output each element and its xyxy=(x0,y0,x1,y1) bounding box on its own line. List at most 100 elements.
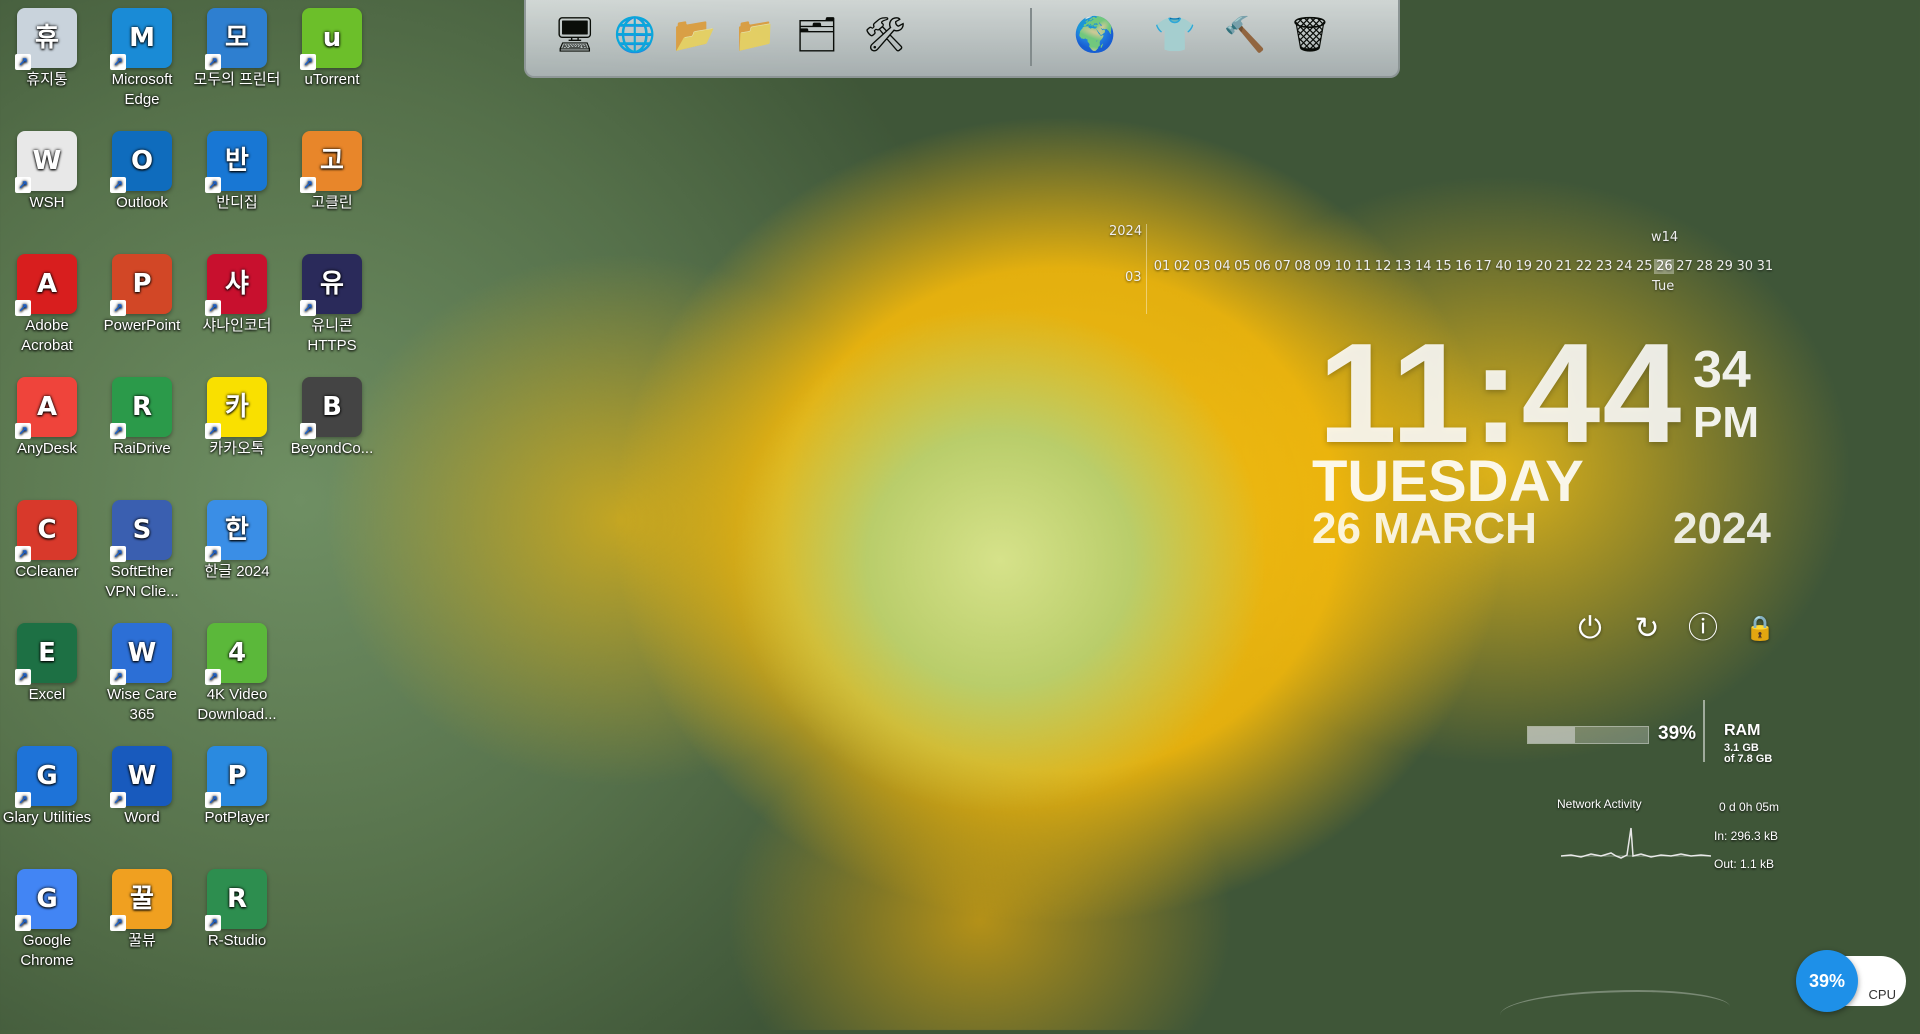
desktop-icon[interactable]: G ↗ Glary Utilities xyxy=(1,742,93,828)
top-dock: 🖥 🌐 📂 📁 🗂 🛠 🌍 👕 🔨 🗑 xyxy=(524,0,1400,78)
desktop-icon-label: Outlook xyxy=(116,194,168,211)
desktop-icon[interactable]: 카 ↗ 카카오톡 xyxy=(191,373,283,459)
desktop-icon-label: 한글 2024 xyxy=(204,563,270,580)
calendar-day: 10 xyxy=(1334,259,1352,274)
desktop-icon[interactable]: O ↗ Outlook xyxy=(96,127,188,213)
calendar-day: 04 xyxy=(1214,259,1231,274)
clock-seconds: 34 xyxy=(1693,341,1751,399)
dock-trash-icon[interactable]: 🗑 xyxy=(1281,6,1339,64)
calendar-divider xyxy=(1146,224,1147,314)
shortcut-arrow-icon: ↗ xyxy=(300,300,316,316)
acrobat-icon: A ↗ xyxy=(15,254,77,316)
desktop-icon[interactable]: 한 ↗ 한글 2024 xyxy=(191,496,283,582)
edge-icon: M ↗ xyxy=(110,8,172,70)
shortcut-arrow-icon: ↗ xyxy=(15,669,31,685)
desktop-icon[interactable]: R ↗ RaiDrive xyxy=(96,373,188,459)
desktop-icon[interactable]: R ↗ R-Studio xyxy=(191,865,283,951)
dock-folder-open-icon[interactable]: 🗂 xyxy=(788,6,846,64)
shortcut-arrow-icon: ↗ xyxy=(205,546,221,562)
desktop-icon-label: 샤나인코더 xyxy=(202,317,272,334)
desktop-icon[interactable]: C ↗ CCleaner xyxy=(1,496,93,582)
calendar-day: 16 xyxy=(1455,259,1472,274)
powerpoint-icon: P ↗ xyxy=(110,254,172,316)
desktop-icon[interactable]: 4 ↗ 4K Video Download... xyxy=(191,619,283,725)
softether-icon: S ↗ xyxy=(110,500,172,562)
ram-label: RAM xyxy=(1724,722,1761,739)
desktop-icon[interactable]: W ↗ Word xyxy=(96,742,188,828)
network-title: Network Activity xyxy=(1557,797,1642,811)
desktop-icon[interactable]: E ↗ Excel xyxy=(1,619,93,705)
shutdown-button[interactable]: ⏻ xyxy=(1573,612,1607,646)
dock-globe-icon[interactable]: 🌍 xyxy=(1066,6,1124,64)
desktop-icon-label: PotPlayer xyxy=(204,809,270,826)
signature-decoration xyxy=(1500,990,1730,1032)
calendar-day: 08 xyxy=(1294,259,1311,274)
desktop-icon[interactable]: 반 ↗ 반디집 xyxy=(191,127,283,213)
wsh-icon: W ↗ xyxy=(15,131,77,193)
shortcut-arrow-icon: ↗ xyxy=(15,546,31,562)
desktop-icon-label: Google Chrome xyxy=(20,932,74,969)
shortcut-arrow-icon: ↗ xyxy=(15,177,31,193)
word-icon: W ↗ xyxy=(110,746,172,808)
desktop-icon[interactable]: A ↗ Adobe Acrobat xyxy=(1,250,93,356)
calendar-day: 29 xyxy=(1716,259,1733,274)
network-out: Out: 1.1 kB xyxy=(1714,857,1775,871)
desktop-icon-label: 4K Video Download... xyxy=(197,686,277,723)
desktop-icon[interactable]: B ↗ BeyondCo... xyxy=(286,373,378,459)
dock-tools-icon[interactable]: 🛠 xyxy=(856,6,914,64)
dock-system-icon[interactable]: 🖥 xyxy=(546,6,604,64)
network-graph xyxy=(1561,827,1711,859)
desktop-icon[interactable]: 유 ↗ 유니콘 HTTPS xyxy=(286,250,378,356)
shortcut-arrow-icon: ↗ xyxy=(110,423,126,439)
desktop-icon[interactable]: S ↗ SoftEther VPN Clie... xyxy=(96,496,188,602)
potplayer-icon: P ↗ xyxy=(205,746,267,808)
dock-folder-icon[interactable]: 📂 xyxy=(666,6,724,64)
lock-button[interactable]: 🔒 xyxy=(1743,612,1777,646)
restart-button[interactable]: ↻ xyxy=(1630,612,1664,646)
dock-folder-green-icon[interactable]: 📁 xyxy=(726,6,784,64)
desktop-icon-label: 휴지통 xyxy=(26,71,68,88)
desktop-icon[interactable]: A ↗ AnyDesk xyxy=(1,373,93,459)
desktop-icon-label: CCleaner xyxy=(15,563,79,580)
desktop-icon-label: WSH xyxy=(29,194,65,211)
desktop-icon[interactable]: 꿀 ↗ 꿀뷰 xyxy=(96,865,188,951)
shortcut-arrow-icon: ↗ xyxy=(15,423,31,439)
dock-separator xyxy=(1030,8,1032,66)
desktop-icon[interactable]: P ↗ PotPlayer xyxy=(191,742,283,828)
desktop-icon[interactable]: M ↗ Microsoft Edge xyxy=(96,4,188,110)
calendar-day: 22 xyxy=(1575,259,1593,274)
dock-network-icon[interactable]: 🌐 xyxy=(606,6,664,64)
desktop-icon[interactable]: 휴 ↗ 휴지통 xyxy=(1,4,93,90)
calendar-day: 13 xyxy=(1394,259,1412,274)
calendar-day: 03 xyxy=(1193,259,1211,274)
desktop-icon[interactable]: W ↗ Wise Care 365 xyxy=(96,619,188,725)
calendar-day: 11 xyxy=(1354,259,1372,274)
desktop-icon-label: 반디집 xyxy=(216,194,258,211)
desktop-icon[interactable]: W ↗ WSH xyxy=(1,127,93,213)
desktop-icon[interactable]: 모 ↗ 모두의 프린터 xyxy=(191,4,283,90)
network-uptime: 0 d 0h 05m xyxy=(1719,800,1780,814)
desktop-icon[interactable]: G ↗ Google Chrome xyxy=(1,865,93,971)
desktop-icon-label: Wise Care 365 xyxy=(106,686,177,723)
info-button[interactable]: ⓘ xyxy=(1686,612,1720,646)
calendar-day: 12 xyxy=(1374,259,1392,274)
calendar-days: 01 02 03 04 05 06 07 08 09 10 11 12 13 14 15 16 17 40 19 20… xyxy=(1152,255,1775,274)
cpu-badge[interactable]: 39% xyxy=(1796,950,1858,1012)
desktop-icon-label: Microsoft Edge xyxy=(111,71,173,108)
dock-tshirt-icon[interactable]: 👕 xyxy=(1146,6,1204,64)
dock-hammer-icon[interactable]: 🔨 xyxy=(1216,6,1274,64)
calendar-day: 21 xyxy=(1555,259,1573,274)
calendar-day: 25 xyxy=(1636,259,1653,274)
calendar-day: 07 xyxy=(1274,259,1291,274)
utorrent-icon: u ↗ xyxy=(300,8,362,70)
calendar-day: 20 xyxy=(1535,259,1553,274)
desktop-icon[interactable]: P ↗ PowerPoint xyxy=(96,250,188,336)
desktop-icon-label: R-Studio xyxy=(207,932,267,949)
desktop-icon[interactable]: 고 ↗ 고클린 xyxy=(286,127,378,213)
raidrive-icon: R ↗ xyxy=(110,377,172,439)
shortcut-arrow-icon: ↗ xyxy=(205,792,221,808)
shortcut-arrow-icon: ↗ xyxy=(205,915,221,931)
desktop-icon[interactable]: u ↗ uTorrent xyxy=(286,4,378,90)
shortcut-arrow-icon: ↗ xyxy=(300,423,316,439)
desktop-icon[interactable]: 샤 ↗ 샤나인코더 xyxy=(191,250,283,336)
